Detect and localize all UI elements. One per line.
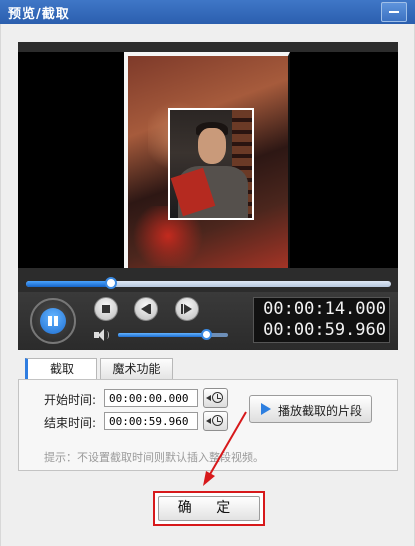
play-segment-button[interactable]: 播放截取的片段 [249,395,372,423]
current-time: 00:00:14.000 [263,299,386,319]
previous-button[interactable] [134,297,158,321]
confirm-button[interactable]: 确 定 [158,496,260,521]
next-icon [184,304,192,314]
start-time-input[interactable] [104,389,198,407]
set-start-arrow [206,395,211,401]
title-bar: 预览/截取 [0,0,415,24]
stop-button[interactable] [94,297,118,321]
set-end-arrow [206,418,211,424]
play-icon [261,403,271,415]
stop-icon [102,305,110,313]
next-icon-bar [181,304,183,314]
time-display: 00:00:14.000 00:00:59.960 [253,297,390,343]
pause-icon [40,308,66,334]
volume-slider[interactable] [118,329,228,340]
start-time-label: 开始时间: [44,393,97,407]
previous-icon-bar [149,304,151,314]
end-time-label: 结束时间: [44,416,97,430]
confirm-button-highlight: 确 定 [153,491,265,526]
minimize-button[interactable] [381,2,407,22]
video-inset-image [168,108,254,220]
volume-icon[interactable] [94,329,109,341]
window-title: 预览/截取 [8,7,70,22]
play-segment-label: 播放截取的片段 [278,404,363,418]
tab-clip[interactable]: 截取 [25,358,97,380]
next-button[interactable] [175,297,199,321]
seek-bar-handle[interactable] [105,277,118,289]
total-time: 00:00:59.960 [263,320,386,340]
set-end-time-button[interactable] [203,411,228,431]
volume-level [118,333,206,337]
tab-magic[interactable]: 魔术功能 [100,358,173,379]
minimize-icon [389,11,399,13]
video-preview [18,52,398,268]
previous-icon [141,304,149,314]
volume-handle[interactable] [201,329,212,340]
pause-button[interactable] [30,298,76,344]
inset-face [198,128,226,164]
seek-bar[interactable] [26,277,391,289]
hint-text: 提示：不设置截取时间则默认插入整段视频。 [44,451,264,464]
seek-bar-progress [26,281,112,287]
end-time-input[interactable] [104,412,198,430]
set-start-time-button[interactable] [203,388,228,408]
